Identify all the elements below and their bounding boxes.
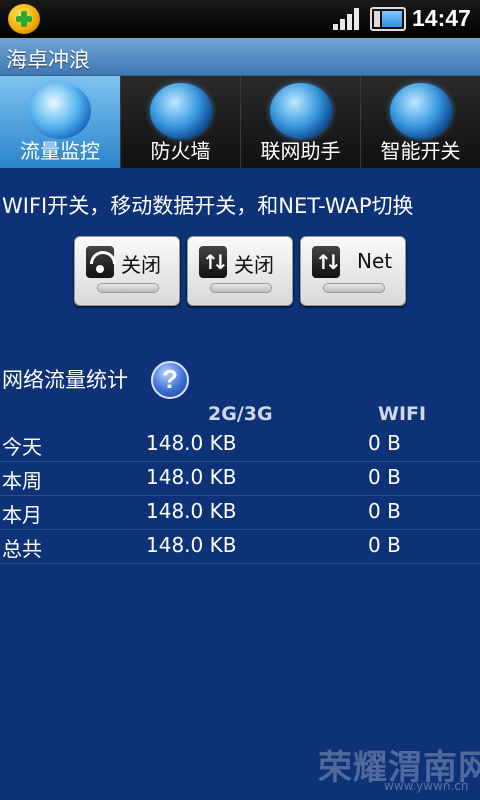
tab-label: 流量监控 <box>20 139 100 163</box>
row-period: 今天 <box>2 435 42 459</box>
button-label: Net <box>357 249 393 273</box>
tab-label: 防火墙 <box>150 139 211 163</box>
tab-network-assistant[interactable]: 联网助手 <box>241 76 361 168</box>
wifi-icon <box>86 246 116 278</box>
button-label: 关闭 <box>121 253 161 277</box>
switches-headline: WIFI开关，移动数据开关，和NET-WAP切换 <box>2 194 414 218</box>
tab-smart-switch[interactable]: 智能开关 <box>361 76 480 168</box>
smart-switch-icon <box>389 83 452 139</box>
app-title: 海卓冲浪 <box>6 48 90 72</box>
toggle-indicator <box>97 283 159 293</box>
tab-traffic-monitor[interactable]: 流量监控 <box>0 76 121 168</box>
app-notification-icon[interactable] <box>8 4 40 34</box>
help-icon[interactable]: ? <box>151 361 189 399</box>
watermark-url: www.ywwn.cn <box>384 779 469 793</box>
row-wifi-usage: 0 B <box>368 431 401 455</box>
row-period: 总共 <box>2 537 42 561</box>
row-mobile-usage: 148.0 KB <box>146 499 237 523</box>
firewall-icon <box>149 83 212 139</box>
table-row: 总共 148.0 KB 0 B <box>0 530 480 564</box>
tab-strip: 流量监控 防火墙 联网助手 智能开关 <box>0 76 480 168</box>
net-wap-toggle-button[interactable]: Net <box>300 236 406 306</box>
battery-icon <box>370 7 406 31</box>
status-bar: 14:47 <box>0 0 480 38</box>
column-header-mobile: 2G/3G <box>208 403 273 425</box>
table-row: 本周 148.0 KB 0 B <box>0 462 480 496</box>
tab-label: 智能开关 <box>380 139 461 163</box>
toggle-indicator <box>323 283 385 293</box>
row-period: 本周 <box>2 469 42 493</box>
mobile-data-toggle-button[interactable]: 关闭 <box>187 236 293 306</box>
stats-title: 网络流量统计 <box>2 368 128 392</box>
table-row: 本月 148.0 KB 0 B <box>0 496 480 530</box>
button-label: 关闭 <box>234 253 274 277</box>
column-header-wifi: WIFI <box>378 403 427 425</box>
wifi-toggle-button[interactable]: 关闭 <box>74 236 180 306</box>
net-wap-icon <box>312 246 342 278</box>
signal-icon <box>333 8 363 30</box>
tab-firewall[interactable]: 防火墙 <box>121 76 241 168</box>
title-bar: 海卓冲浪 <box>0 38 480 76</box>
row-mobile-usage: 148.0 KB <box>146 431 237 455</box>
status-clock: 14:47 <box>412 5 471 31</box>
row-wifi-usage: 0 B <box>368 499 401 523</box>
traffic-monitor-icon <box>29 83 91 139</box>
mobile-data-icon <box>199 246 229 278</box>
row-wifi-usage: 0 B <box>368 533 401 557</box>
row-period: 本月 <box>2 503 42 527</box>
row-mobile-usage: 148.0 KB <box>146 533 237 557</box>
toggle-indicator <box>210 283 272 293</box>
network-assistant-icon <box>269 83 332 139</box>
table-row: 今天 148.0 KB 0 B <box>0 428 480 462</box>
tab-label: 联网助手 <box>260 139 341 163</box>
row-wifi-usage: 0 B <box>368 465 401 489</box>
row-mobile-usage: 148.0 KB <box>146 465 237 489</box>
